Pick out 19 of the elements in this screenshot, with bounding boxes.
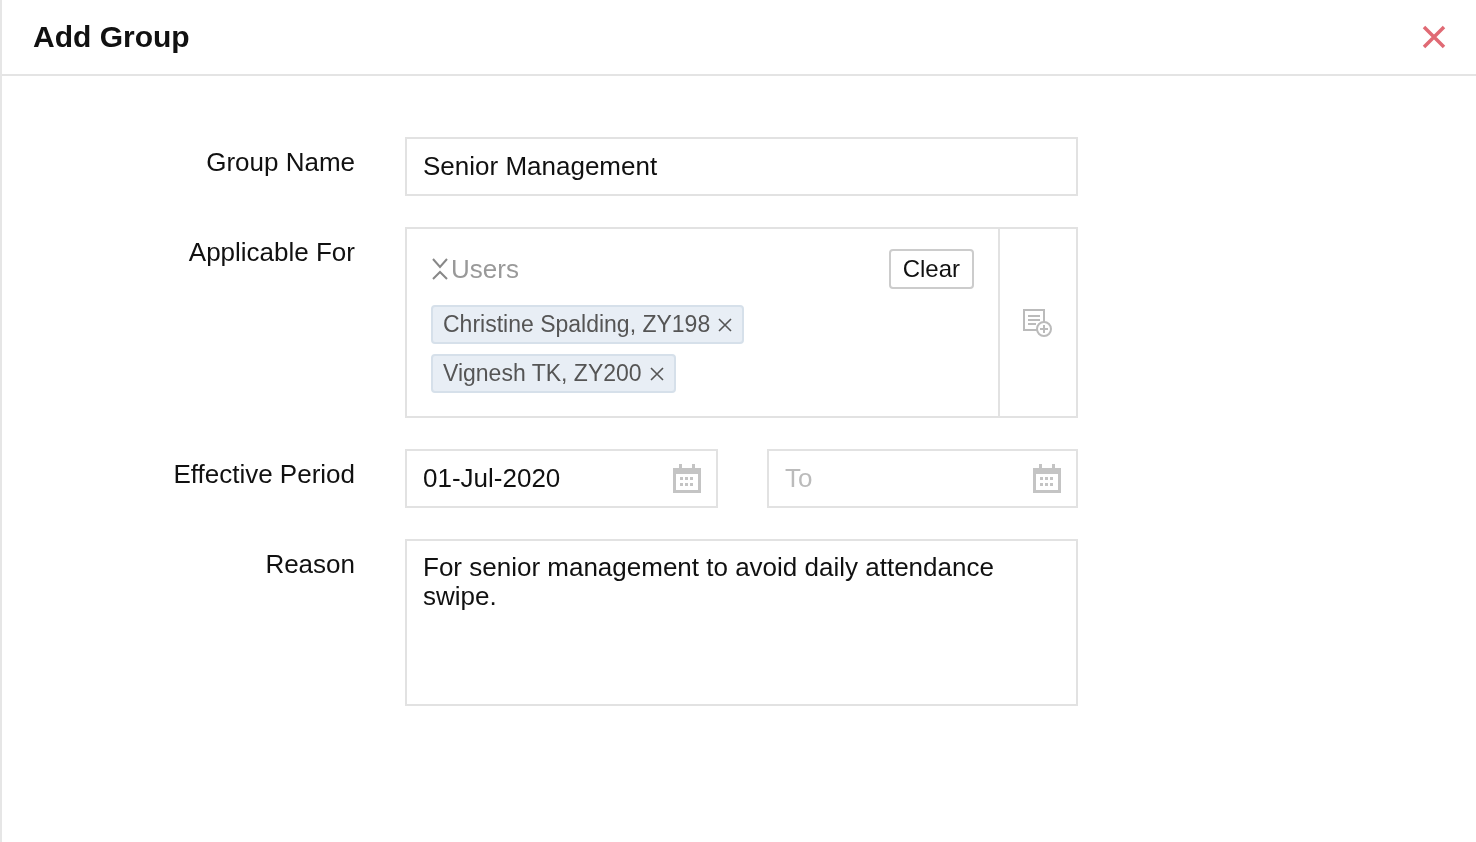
collapse-icon[interactable] — [431, 257, 449, 281]
remove-icon[interactable] — [649, 366, 664, 381]
group-name-field[interactable]: Senior Management — [405, 137, 1078, 196]
tag-label: Christine Spalding, ZY198 — [443, 311, 711, 338]
reason-field[interactable]: For senior management to avoid daily attendance swipe. — [405, 539, 1078, 706]
from-date-field[interactable]: 01-Jul-2020 — [405, 449, 718, 508]
calendar-icon[interactable] — [672, 463, 702, 494]
dialog-title: Add Group — [33, 20, 190, 54]
tag-label: Vignesh TK, ZY200 — [443, 360, 642, 387]
field-label: Effective Period — [173, 458, 355, 491]
close-icon[interactable] — [1422, 25, 1446, 49]
field-label: Group Name — [206, 146, 355, 179]
clear-button[interactable]: Clear — [888, 249, 974, 289]
remove-icon[interactable] — [718, 317, 733, 332]
calendar-icon[interactable] — [1032, 463, 1062, 494]
field-label: Applicable For — [188, 236, 355, 269]
section-label: Users — [451, 253, 519, 285]
add-list-icon[interactable] — [1023, 308, 1053, 337]
field-label: Reason — [265, 548, 355, 581]
